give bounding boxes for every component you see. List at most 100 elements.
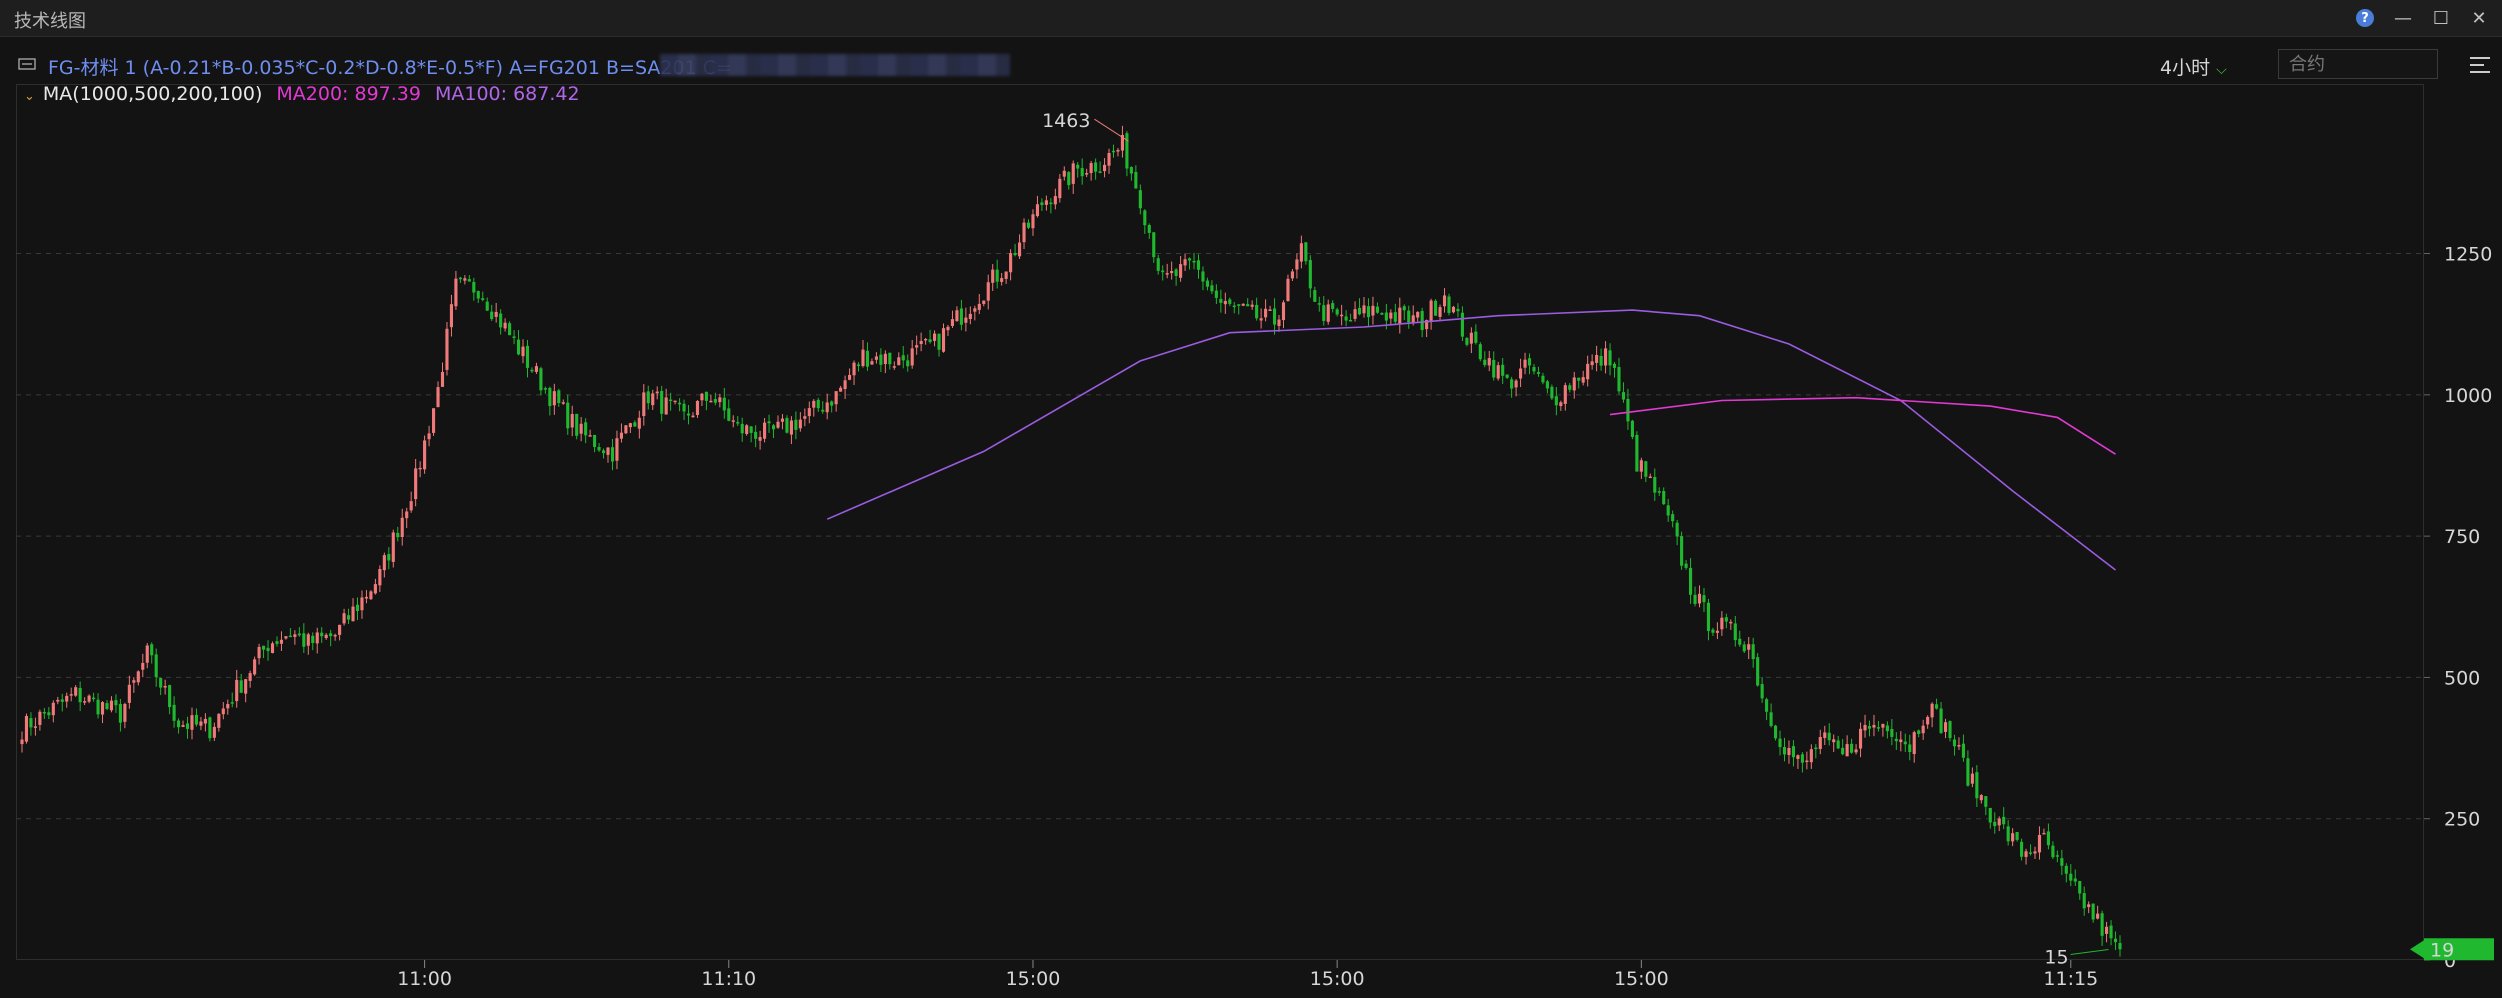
candle-body [100,702,105,715]
candle-body [1402,306,1406,311]
candle-body [1818,737,1822,750]
candle-body [1183,259,1187,266]
candle-body [2100,913,2104,936]
candle-body [382,555,386,571]
candle-body [1317,303,1321,305]
candle-body [1510,379,1514,389]
max-label: 1463 [1042,110,1090,132]
candle-body [253,659,257,675]
candle-body [1657,491,1661,493]
candle-body [2046,831,2050,846]
candle-body [1796,755,1800,759]
candle-body [2118,943,2122,950]
candle-body [1644,461,1648,477]
candle-body [1751,644,1755,660]
candle-body [333,634,337,637]
collapse-chevron-icon[interactable]: ⌄ [24,89,35,104]
candle-body [150,644,154,656]
candle-body [776,421,780,428]
candle-body [351,606,355,622]
candle-body [1362,305,1366,314]
ma-label: MA(1000,500,200,100) [42,83,263,105]
candle-body [230,702,234,704]
candle-body [682,403,686,412]
candle-body [964,317,968,323]
candle-body [1366,306,1371,318]
candle-body [2006,826,2010,842]
candle-body [1000,278,1004,282]
candle-body [852,362,856,376]
x-tick-label: 11:00 [397,968,452,990]
candle-body [20,739,24,745]
candle-body [1984,796,1988,807]
candle-body [1192,260,1196,263]
candle-body [1805,760,1809,763]
candle-body [1577,377,1581,381]
candle-body [1434,300,1438,316]
candle-body [1017,242,1022,257]
candle-body [2087,904,2091,907]
candle-body [1505,374,1509,378]
candle-body [1344,316,1348,321]
candle-body [1876,727,1881,729]
candle-body [780,418,785,422]
candle-body [346,615,351,620]
candle-body [637,417,641,429]
candle-body [1044,200,1048,205]
candle-body [892,366,896,368]
candle-body [552,391,556,406]
candle-body [883,353,887,365]
candle-body [445,328,449,370]
candle-body [1451,306,1456,313]
candle-body [1465,338,1469,345]
candle-body [973,308,977,312]
candle-body [1514,380,1518,388]
candle-body [454,278,458,307]
candle-body [1841,747,1845,755]
candle-body [1277,319,1281,326]
x-tick-label: 15:00 [1614,968,1669,990]
candle-body [1071,163,1075,184]
candle-body [955,310,959,322]
candle-body [928,339,932,343]
candle-body [1890,729,1894,737]
candle-body [1997,818,2001,826]
candle-body [660,390,664,414]
candle-body [342,613,346,624]
candle-body [915,345,919,348]
candle-body [1349,319,1353,322]
candle-body [1935,704,1939,709]
candle-body [745,425,749,434]
candle-body [1724,617,1728,622]
candle-body [1626,398,1630,422]
candle-body [1572,377,1576,391]
candle-body [118,703,122,723]
candle-body [431,408,436,433]
candle-body [1921,725,1925,734]
candle-body [1259,318,1263,321]
candle-body [1438,307,1442,317]
candle-body [1711,629,1715,633]
candle-body [2109,925,2113,939]
candle-body [29,718,33,728]
candle-body [901,355,905,361]
candle-body [1420,311,1424,331]
candle-body [1174,269,1178,276]
candle-body [1715,630,1719,633]
candle-body [109,700,114,711]
candle-body [610,447,615,462]
candle-body [87,695,91,702]
candle-body [1930,703,1934,718]
candle-body [1527,358,1532,366]
candle-body [1219,298,1223,303]
candle-body [1228,299,1232,304]
candle-body [856,364,861,366]
candle-body [1595,354,1599,363]
candle-body [1809,749,1813,763]
candle-body [1966,758,1970,786]
last-price-label: 19 [2430,939,2454,961]
candle-body [606,447,610,455]
candle-body [534,366,539,372]
candle-body [235,679,239,702]
candle-body [132,680,136,683]
